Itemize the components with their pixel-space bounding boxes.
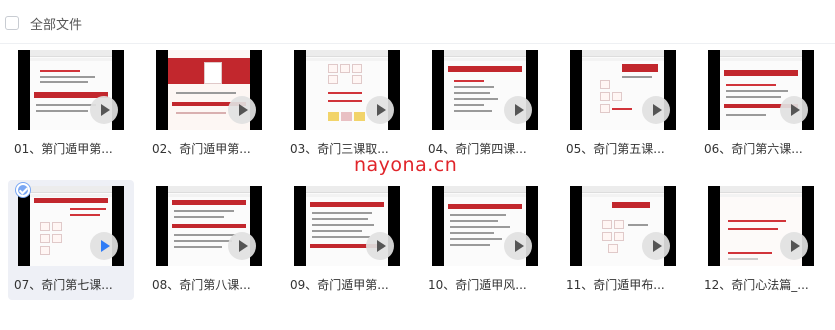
video-tile[interactable]: 04、奇门第四课... xyxy=(422,44,548,164)
video-title[interactable]: 11、奇门遁甲布... xyxy=(566,276,682,293)
video-title[interactable]: 09、奇门遁甲第... xyxy=(290,276,406,293)
play-icon[interactable] xyxy=(642,232,670,260)
video-tile[interactable]: 08、奇门第八课... xyxy=(146,180,272,300)
play-icon[interactable] xyxy=(366,232,394,260)
play-icon[interactable] xyxy=(90,96,118,124)
video-thumbnail[interactable] xyxy=(570,186,676,266)
video-tile[interactable]: 06、奇门第六课... xyxy=(698,44,824,164)
video-tile[interactable]: 03、奇门三课取... xyxy=(284,44,410,164)
watermark-text: nayona.cn xyxy=(354,154,458,176)
video-thumbnail[interactable] xyxy=(294,186,400,266)
video-tile[interactable]: 01、第门遁甲第... xyxy=(8,44,134,164)
video-thumbnail[interactable] xyxy=(432,186,538,266)
video-thumbnail[interactable] xyxy=(432,50,538,130)
video-grid: 01、第门遁甲第... 02、奇门遁甲第... 03、奇门三课取... 04、奇… xyxy=(8,44,835,330)
video-thumbnail[interactable] xyxy=(18,186,124,266)
select-all-checkbox[interactable] xyxy=(5,16,19,30)
video-title[interactable]: 12、奇门心法篇_... xyxy=(704,276,820,293)
video-tile[interactable]: 09、奇门遁甲第... xyxy=(284,180,410,300)
video-tile[interactable]: 02、奇门遁甲第... xyxy=(146,44,272,164)
video-title[interactable]: 06、奇门第六课... xyxy=(704,140,820,157)
play-icon[interactable] xyxy=(780,96,808,124)
play-icon[interactable] xyxy=(504,96,532,124)
video-title[interactable]: 05、奇门第五课... xyxy=(566,140,682,157)
video-title[interactable]: 01、第门遁甲第... xyxy=(14,140,130,157)
video-tile[interactable]: 11、奇门遁甲布... xyxy=(560,180,686,300)
play-icon[interactable] xyxy=(642,96,670,124)
selected-check-icon[interactable] xyxy=(16,183,30,197)
video-thumbnail[interactable] xyxy=(294,50,400,130)
video-tile[interactable]: 10、奇门遁甲风... xyxy=(422,180,548,300)
play-icon[interactable] xyxy=(228,232,256,260)
file-list-header: 全部文件 xyxy=(0,0,835,44)
video-tile-selected[interactable]: 07、奇门第七课... xyxy=(8,180,134,300)
video-title[interactable]: 08、奇门第八课... xyxy=(152,276,268,293)
play-icon[interactable] xyxy=(228,96,256,124)
video-thumbnail[interactable] xyxy=(570,50,676,130)
play-icon[interactable] xyxy=(780,232,808,260)
play-icon[interactable] xyxy=(366,96,394,124)
video-title[interactable]: 10、奇门遁甲风... xyxy=(428,276,544,293)
video-tile[interactable]: 12、奇门心法篇_... xyxy=(698,180,824,300)
breadcrumb-all-files[interactable]: 全部文件 xyxy=(30,14,82,33)
play-icon[interactable] xyxy=(90,232,118,260)
video-thumbnail[interactable] xyxy=(708,50,814,130)
video-tile[interactable]: 05、奇门第五课... xyxy=(560,44,686,164)
video-thumbnail[interactable] xyxy=(156,50,262,130)
play-icon[interactable] xyxy=(504,232,532,260)
video-title[interactable]: 07、奇门第七课... xyxy=(14,276,130,293)
video-thumbnail[interactable] xyxy=(18,50,124,130)
video-title[interactable]: 02、奇门遁甲第... xyxy=(152,140,268,157)
video-thumbnail[interactable] xyxy=(708,186,814,266)
video-thumbnail[interactable] xyxy=(156,186,262,266)
